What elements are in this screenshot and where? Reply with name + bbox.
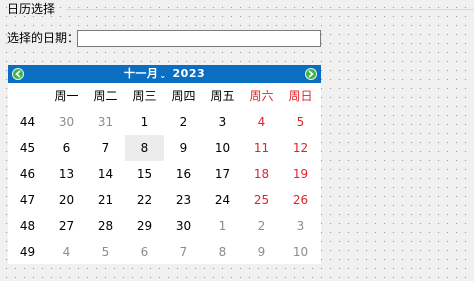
date-input[interactable] (77, 30, 321, 47)
day-cell[interactable]: 3 (203, 109, 242, 135)
day-cell[interactable]: 13 (47, 161, 86, 187)
weekday-label: 周日 (288, 89, 313, 103)
week-row: 44 30 31 1 2 3 4 5 (8, 109, 321, 135)
day-cell[interactable]: 4 (47, 239, 86, 264)
day-cell[interactable]: 31 (86, 109, 125, 135)
calendar: 十一月⌄ 2023 周一 周二 周三 周四 周五 周六 周日 44 30 31 1… (8, 65, 321, 264)
week-number: 48 (19, 219, 36, 233)
week-row: 45 6 7 8 9 10 11 12 (8, 135, 321, 161)
day-cell[interactable]: 7 (86, 135, 125, 161)
day-cell[interactable]: 9 (242, 239, 281, 264)
day-cell[interactable]: 4 (242, 109, 281, 135)
day-cell[interactable]: 3 (281, 213, 320, 239)
week-row: 48 27 28 29 30 1 2 3 (8, 213, 321, 239)
weekday-label: 周六 (249, 89, 274, 103)
day-cell[interactable]: 1 (203, 213, 242, 239)
weekday-label: 周三 (132, 89, 157, 103)
day-cell[interactable]: 19 (281, 161, 320, 187)
week-number: 45 (19, 141, 36, 155)
day-cell[interactable]: 2 (242, 213, 281, 239)
day-cell[interactable]: 29 (125, 213, 164, 239)
day-cell[interactable]: 5 (86, 239, 125, 264)
next-month-button[interactable] (305, 68, 317, 80)
day-cell[interactable]: 14 (86, 161, 125, 187)
week-number: 49 (19, 245, 36, 259)
day-cell[interactable]: 30 (164, 213, 203, 239)
day-cell[interactable]: 22 (125, 187, 164, 213)
weekday-label: 周四 (171, 89, 196, 103)
day-cell[interactable]: 27 (47, 213, 86, 239)
calendar-header: 十一月⌄ 2023 (8, 65, 321, 83)
right-arrow-icon (308, 70, 314, 78)
calendar-title[interactable]: 十一月⌄ 2023 (8, 67, 321, 83)
date-label: 选择的日期： (7, 31, 80, 45)
week-row: 49 4 5 6 7 8 9 10 (8, 239, 321, 264)
day-cell[interactable]: 21 (86, 187, 125, 213)
day-cell[interactable]: 7 (164, 239, 203, 264)
calendar-grid: 周一 周二 周三 周四 周五 周六 周日 44 30 31 1 2 3 4 5 … (8, 83, 321, 264)
group-divider (66, 9, 474, 10)
month-dropdown-icon[interactable]: ⌄ (159, 71, 166, 80)
week-row: 47 20 21 22 23 24 25 26 (8, 187, 321, 213)
week-number: 46 (19, 167, 36, 181)
week-number: 44 (19, 115, 36, 129)
day-cell[interactable]: 28 (86, 213, 125, 239)
day-cell[interactable]: 23 (164, 187, 203, 213)
day-cell[interactable]: 6 (47, 135, 86, 161)
day-cell[interactable]: 8 (203, 239, 242, 264)
year-label[interactable]: 2023 (173, 67, 206, 80)
day-cell[interactable]: 11 (242, 135, 281, 161)
day-cell[interactable]: 5 (281, 109, 320, 135)
group-title: 日历选择 (7, 2, 58, 16)
day-cell[interactable]: 17 (203, 161, 242, 187)
day-cell[interactable]: 10 (281, 239, 320, 264)
day-cell[interactable]: 9 (164, 135, 203, 161)
day-cell[interactable]: 15 (125, 161, 164, 187)
day-cell[interactable]: 10 (203, 135, 242, 161)
week-row: 46 13 14 15 16 17 18 19 (8, 161, 321, 187)
week-number: 47 (19, 193, 36, 207)
day-cell[interactable]: 24 (203, 187, 242, 213)
day-cell[interactable]: 20 (47, 187, 86, 213)
day-cell-selected[interactable]: 8 (125, 135, 164, 161)
day-cell[interactable]: 26 (281, 187, 320, 213)
day-cell[interactable]: 2 (164, 109, 203, 135)
day-cell[interactable]: 16 (164, 161, 203, 187)
day-cell[interactable]: 12 (281, 135, 320, 161)
weekday-label: 周五 (210, 89, 235, 103)
month-label[interactable]: 十一月 (124, 67, 159, 80)
weekday-label: 周二 (93, 89, 118, 103)
day-cell[interactable]: 18 (242, 161, 281, 187)
day-cell[interactable]: 25 (242, 187, 281, 213)
day-cell[interactable]: 30 (47, 109, 86, 135)
day-cell[interactable]: 6 (125, 239, 164, 264)
weekday-header-row: 周一 周二 周三 周四 周五 周六 周日 (8, 83, 321, 109)
weekday-label: 周一 (54, 89, 79, 103)
day-cell[interactable]: 1 (125, 109, 164, 135)
